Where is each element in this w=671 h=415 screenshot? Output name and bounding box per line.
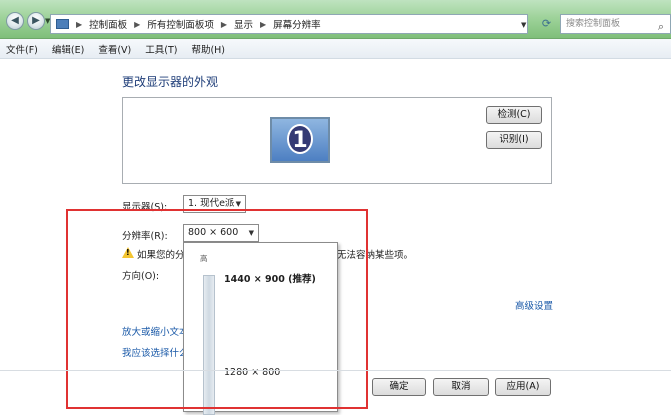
display-select-value: 1. 现代e派 [188,198,235,209]
detect-button[interactable]: 检测(C) [486,106,542,124]
menu-tools[interactable]: 工具(T) [145,42,177,56]
breadcrumb-screen-resolution[interactable]: 屏幕分辨率 [273,17,321,31]
search-placeholder: 搜索控制面板 [566,19,621,29]
control-panel-icon [56,19,69,29]
breadcrumb-separator-icon[interactable]: ▶ [76,20,82,29]
page-title: 更改显示器的外观 [122,75,219,89]
breadcrumb-separator-icon[interactable]: ▶ [134,20,140,29]
breadcrumb-display[interactable]: 显示 [234,17,253,31]
address-dropdown-icon[interactable]: ▼ [521,21,526,29]
identify-button[interactable]: 识别(I) [486,131,542,149]
ok-button[interactable]: 确定 [372,378,426,396]
highlight-box [66,209,368,409]
breadcrumb-control-panel[interactable]: 控制面板 [89,17,127,31]
cancel-button[interactable]: 取消 [433,378,489,396]
back-button[interactable]: ◀ [6,12,24,30]
breadcrumb-separator-icon[interactable]: ▶ [221,20,227,29]
breadcrumb-separator-icon[interactable]: ▶ [260,20,266,29]
monitor-icon[interactable]: 1 [270,117,330,163]
monitor-number: 1 [287,124,313,154]
menu-view[interactable]: 查看(V) [98,42,131,56]
footer-divider [0,370,671,371]
search-input[interactable]: 搜索控制面板 ⌕ [560,14,671,34]
menu-bar: 文件(F) 编辑(E) 查看(V) 工具(T) 帮助(H) [0,39,671,59]
menu-edit[interactable]: 编辑(E) [52,42,84,56]
breadcrumb-all-items[interactable]: 所有控制面板项 [147,17,214,31]
apply-button[interactable]: 应用(A) [495,378,551,396]
menu-file[interactable]: 文件(F) [6,42,38,56]
forward-button[interactable]: ▶ [27,12,45,30]
window-titlebar: ◀ ▶ ▼ ▶ 控制面板 ▶ 所有控制面板项 ▶ 显示 ▶ 屏幕分辨率 ▼ ⟳ … [0,0,671,39]
menu-help[interactable]: 帮助(H) [191,42,225,56]
search-icon[interactable]: ⌕ [658,18,664,36]
refresh-icon[interactable]: ⟳ [539,15,554,33]
advanced-settings-link[interactable]: 高级设置 [515,298,553,312]
address-bar[interactable]: ▶ 控制面板 ▶ 所有控制面板项 ▶ 显示 ▶ 屏幕分辨率 [50,14,528,34]
